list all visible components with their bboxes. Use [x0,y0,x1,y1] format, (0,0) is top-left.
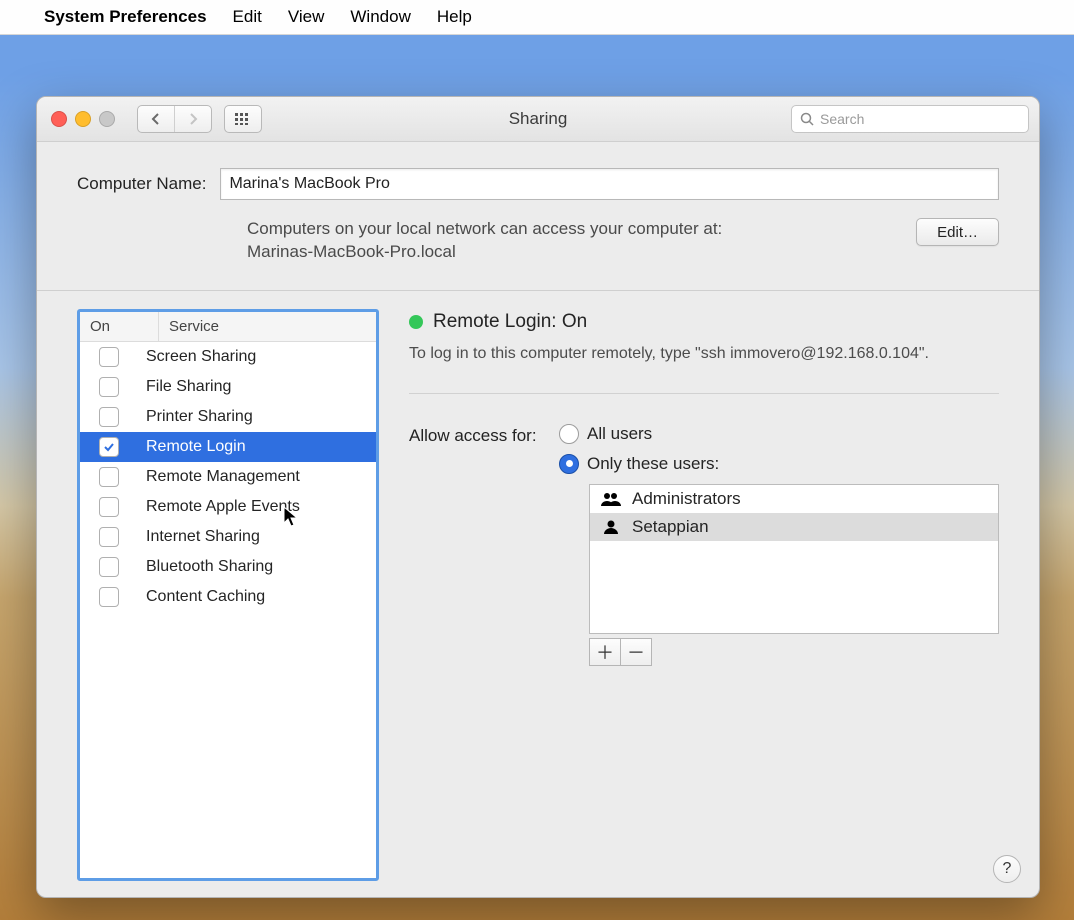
back-button[interactable] [138,106,174,132]
service-checkbox[interactable] [99,497,119,517]
search-field[interactable] [791,105,1029,133]
status-title: Remote Login: On [433,311,587,333]
ssh-hint: To log in to this computer remotely, typ… [409,345,999,363]
service-row[interactable]: Screen Sharing [80,342,376,372]
services-header: On Service [80,312,376,342]
user-icon [600,519,622,535]
services-table[interactable]: On Service Screen Sharing File Sharing Pri… [77,309,379,881]
computer-name-label: Computer Name: [77,174,206,194]
menu-view[interactable]: View [288,7,325,27]
forward-button[interactable] [174,106,211,132]
nav-segmented [137,105,212,133]
service-label: Content Caching [138,588,376,606]
preferences-window: Sharing Computer Name: Marina's MacBook … [36,96,1040,898]
service-checkbox[interactable] [99,527,119,547]
service-checkbox[interactable] [99,347,119,367]
edit-hostname-button[interactable]: Edit… [916,218,999,246]
service-row[interactable]: Internet Sharing [80,522,376,552]
access-only-users-option[interactable]: Only these users: [559,454,999,474]
status-indicator-icon [409,315,423,329]
service-row[interactable]: Remote Management [80,462,376,492]
computer-name-hint: Computers on your local network can acce… [247,218,722,264]
access-label: Allow access for: [409,424,543,666]
title-bar: Sharing [37,97,1039,142]
help-button[interactable]: ? [993,855,1021,883]
users-list[interactable]: Administrators Setappian [589,484,999,634]
service-checkbox[interactable] [99,437,119,457]
menu-help[interactable]: Help [437,7,472,27]
service-detail: Remote Login: On To log in to this compu… [409,309,999,881]
service-checkbox[interactable] [99,407,119,427]
users-group-icon [600,491,622,507]
service-checkbox[interactable] [99,587,119,607]
service-label: Remote Login [138,438,376,456]
user-row[interactable]: Administrators [590,485,998,513]
search-input[interactable] [820,111,1020,127]
service-row[interactable]: Bluetooth Sharing [80,552,376,582]
service-row[interactable]: File Sharing [80,372,376,402]
user-name: Administrators [632,489,741,509]
user-row[interactable]: Setappian [590,513,998,541]
divider [409,393,999,394]
radio-icon [559,424,579,444]
zoom-button[interactable] [99,111,115,127]
service-checkbox[interactable] [99,467,119,487]
service-row[interactable]: Remote Login [80,432,376,462]
traffic-lights [47,111,115,127]
menu-edit[interactable]: Edit [233,7,262,27]
add-user-button[interactable]: ＋ [589,638,621,666]
user-name: Setappian [632,517,709,537]
minimize-button[interactable] [75,111,91,127]
service-label: File Sharing [138,378,376,396]
service-label: Remote Management [138,468,376,486]
close-button[interactable] [51,111,67,127]
service-label: Internet Sharing [138,528,376,546]
service-label: Printer Sharing [138,408,376,426]
content: Computer Name: Marina's MacBook Pro Comp… [37,142,1039,897]
access-all-users-option[interactable]: All users [559,424,999,444]
divider [37,290,1039,291]
system-menu-bar: System Preferences Edit View Window Help [0,0,1074,35]
service-row[interactable]: Remote Apple Events [80,492,376,522]
service-row[interactable]: Printer Sharing [80,402,376,432]
menu-window[interactable]: Window [350,7,410,27]
search-icon [800,112,814,126]
service-checkbox[interactable] [99,377,119,397]
app-menu[interactable]: System Preferences [44,7,207,27]
service-label: Bluetooth Sharing [138,558,376,576]
remove-user-button[interactable]: － [621,638,652,666]
show-all-button[interactable] [224,105,262,133]
service-checkbox[interactable] [99,557,119,577]
computer-name-field[interactable]: Marina's MacBook Pro [220,168,999,200]
service-label: Remote Apple Events [138,498,376,516]
service-label: Screen Sharing [138,348,376,366]
radio-icon [559,454,579,474]
service-row[interactable]: Content Caching [80,582,376,612]
